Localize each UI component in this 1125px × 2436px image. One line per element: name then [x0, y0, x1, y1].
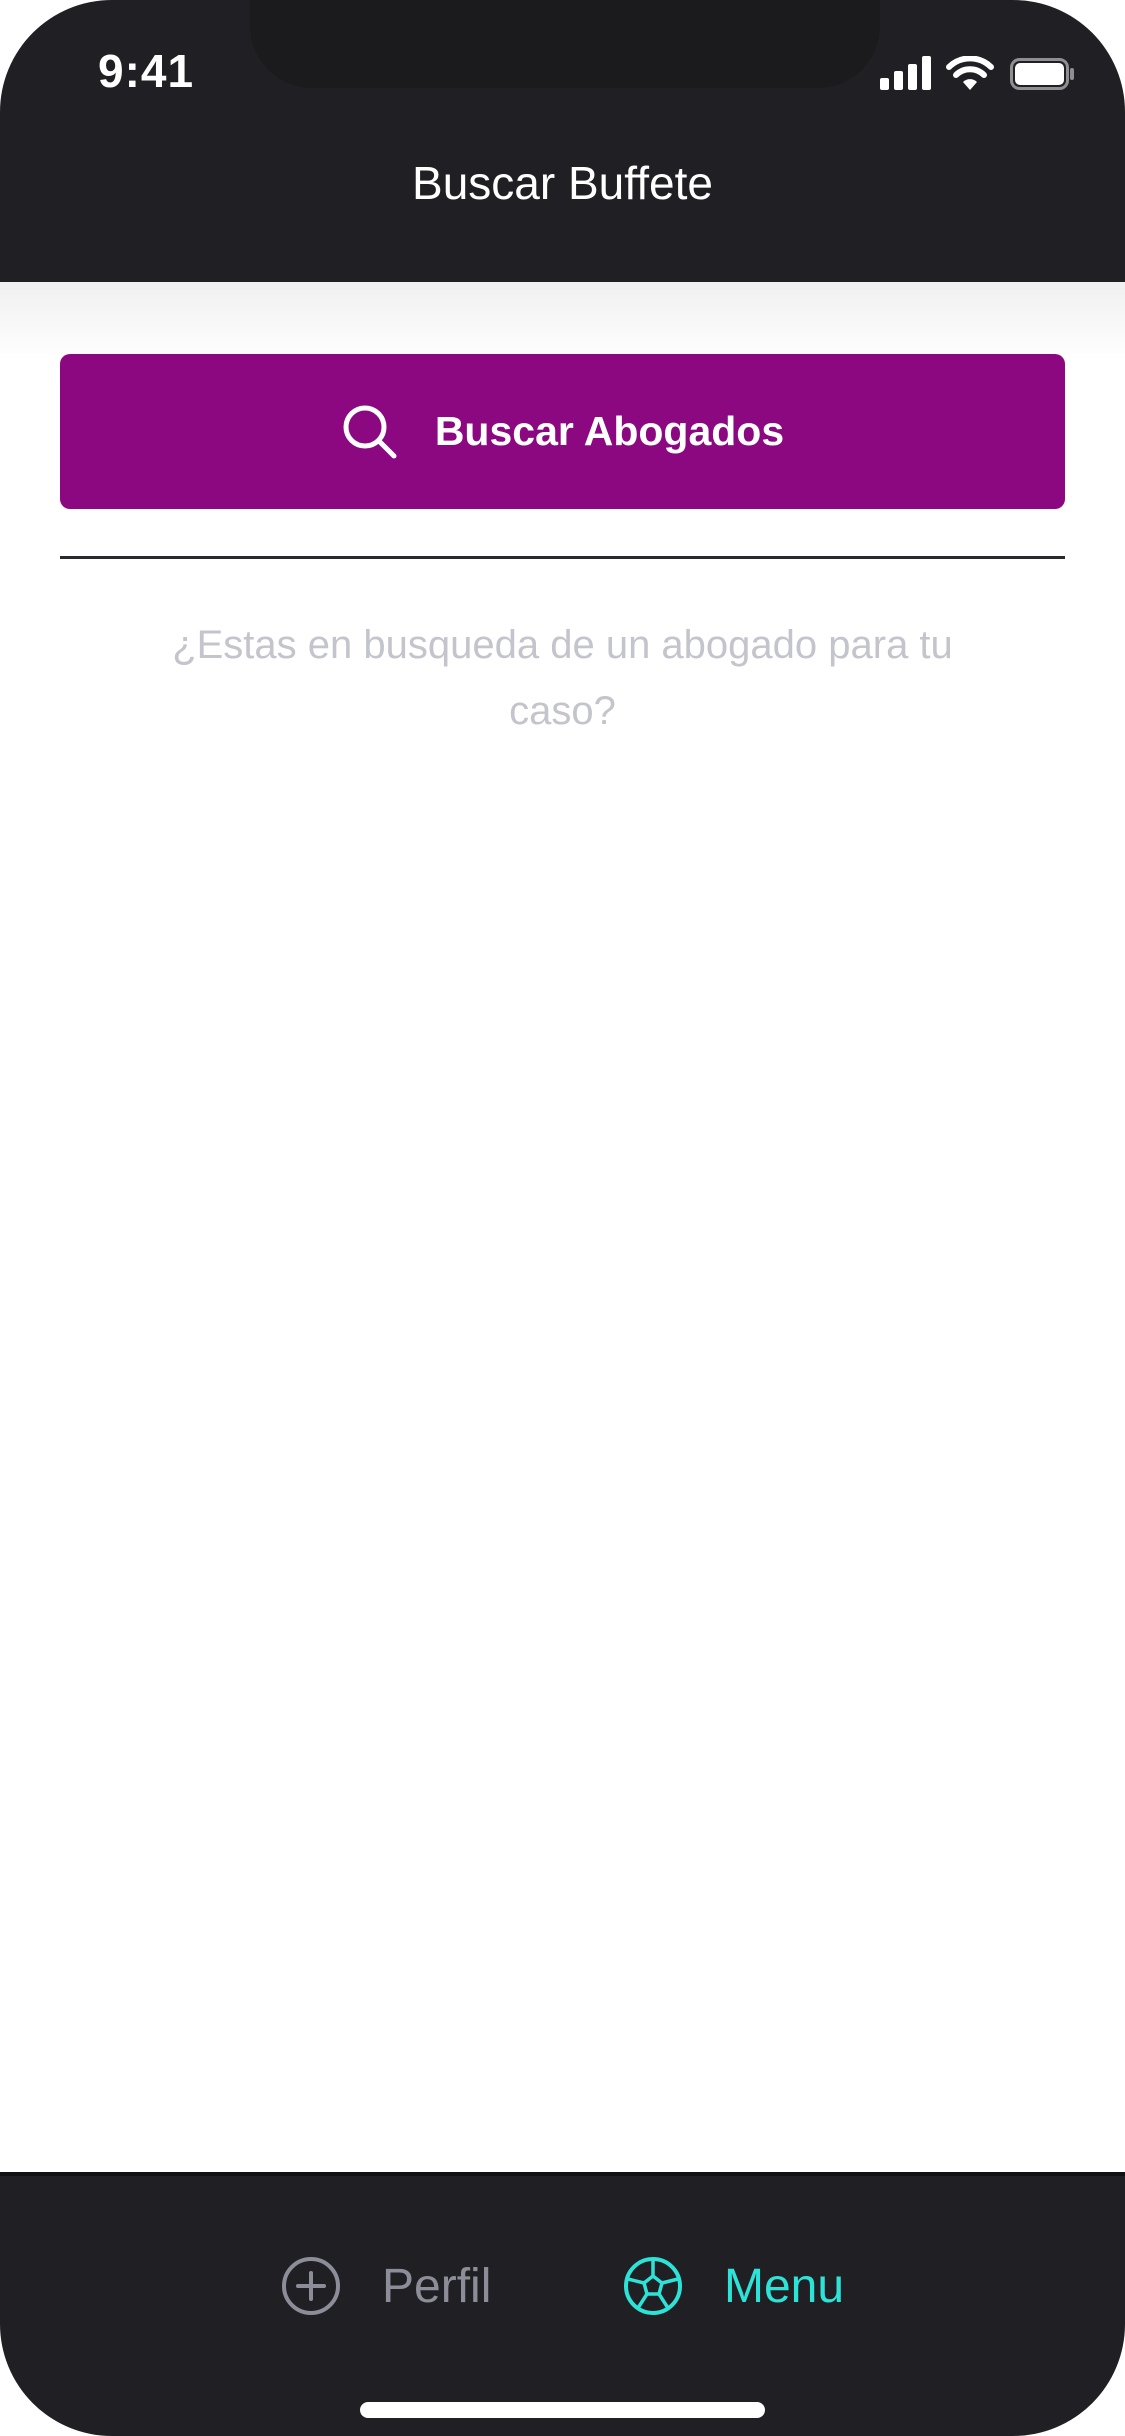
tab-menu-label: Menu	[724, 2259, 845, 2313]
search-button-label: Buscar Abogados	[434, 408, 785, 454]
search-prompt-text: ¿Estas en busqueda de un abogado para tu…	[172, 623, 953, 733]
tab-perfil[interactable]: Perfil	[280, 2251, 491, 2321]
page-title: Buscar Buffete	[412, 157, 713, 209]
device-notch	[250, 0, 880, 88]
plus-circle-icon	[282, 2257, 340, 2315]
app-header: 9:41 Buscar Buffete	[0, 0, 1125, 282]
wifi-icon	[946, 56, 994, 90]
battery-icon	[1010, 58, 1074, 90]
status-icons	[880, 56, 1080, 92]
status-time: 9:41	[98, 45, 195, 97]
search-icon	[343, 405, 397, 458]
home-indicator[interactable]	[360, 2402, 765, 2418]
header-shadow	[0, 282, 1125, 362]
cellular-signal-icon	[880, 56, 931, 90]
search-lawyers-button[interactable]: Buscar Abogados	[60, 354, 1065, 509]
tab-menu[interactable]: Menu	[622, 2251, 844, 2321]
phone-screen: 9:41 Buscar Buffete Buscar Abogados ¿Est…	[0, 0, 1125, 2436]
divider	[60, 556, 1065, 559]
soccer-ball-icon	[624, 2257, 682, 2315]
tab-perfil-label: Perfil	[382, 2259, 492, 2313]
bottom-tab-bar: Perfil Menu	[0, 2172, 1125, 2436]
